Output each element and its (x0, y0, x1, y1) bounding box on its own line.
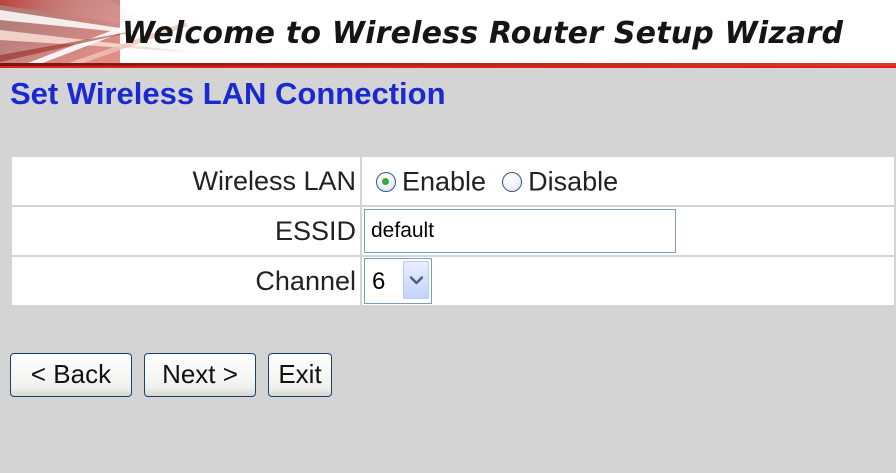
exit-button[interactable]: Exit (268, 353, 332, 397)
channel-label: Channel (10, 255, 362, 307)
settings-form: Wireless LAN Enable Disable ESSID default… (10, 155, 896, 307)
channel-cell: 6 (360, 255, 896, 307)
wireless-lan-row: Wireless LAN Enable Disable (10, 155, 896, 207)
channel-select[interactable]: 6 (364, 258, 432, 304)
enable-radio-label[interactable]: Enable (402, 166, 486, 196)
banner-divider-red (0, 66, 896, 68)
banner-title: Welcome to Wireless Router Setup Wizard (122, 16, 844, 51)
dropdown-button[interactable] (403, 261, 429, 299)
essid-input[interactable]: default (364, 209, 676, 253)
essid-row: ESSID default (10, 205, 896, 257)
essid-cell: default (360, 205, 896, 257)
back-button[interactable]: < Back (10, 353, 132, 397)
essid-label: ESSID (10, 205, 362, 257)
chevron-down-icon (410, 276, 423, 285)
wireless-lan-options: Enable Disable (360, 155, 896, 207)
channel-row: Channel 6 (10, 255, 896, 307)
disable-radio-label[interactable]: Disable (528, 166, 618, 196)
enable-radio[interactable] (376, 171, 396, 192)
header-banner: Welcome to Wireless Router Setup Wizard (0, 0, 896, 68)
wireless-lan-label: Wireless LAN (10, 155, 362, 207)
channel-select-value: 6 (372, 268, 386, 295)
disable-radio[interactable] (502, 171, 523, 192)
page-title: Set Wireless LAN Connection (10, 76, 446, 111)
next-button[interactable]: Next > (144, 353, 256, 397)
